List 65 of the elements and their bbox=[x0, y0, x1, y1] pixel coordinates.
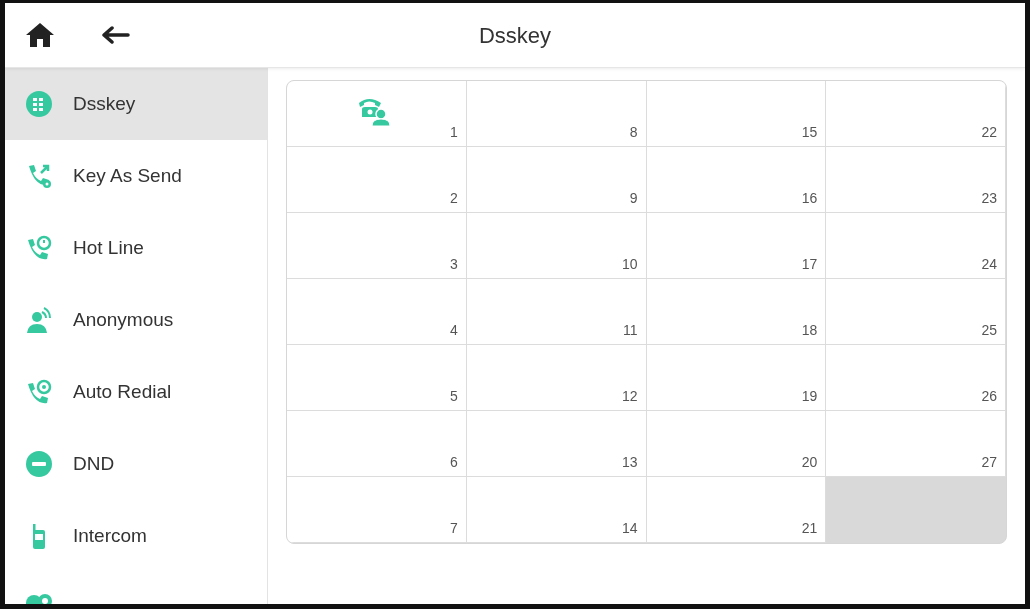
home-icon bbox=[25, 22, 55, 48]
dsskey-cell[interactable]: 11 bbox=[466, 279, 647, 345]
key-number: 12 bbox=[621, 387, 638, 406]
key-number: 16 bbox=[801, 189, 818, 208]
key-number: 25 bbox=[981, 321, 997, 340]
key-number: 17 bbox=[801, 255, 818, 274]
dsskey-cell[interactable]: 12 bbox=[466, 345, 647, 411]
back-arrow-icon bbox=[100, 26, 130, 44]
dsskey-cell[interactable]: 18 bbox=[646, 279, 827, 345]
key-number: 13 bbox=[621, 453, 638, 472]
dsskey-cell[interactable]: 21 bbox=[646, 477, 827, 543]
key-number: 22 bbox=[981, 123, 997, 142]
home-button[interactable] bbox=[25, 22, 55, 48]
dsskey-cell[interactable]: 8 bbox=[466, 81, 647, 147]
dsskey-cell[interactable]: 24 bbox=[826, 213, 1006, 279]
key-number: 7 bbox=[449, 519, 458, 538]
key-number: 18 bbox=[801, 321, 818, 340]
person-signal-icon bbox=[25, 306, 53, 334]
dsskey-cell[interactable]: 5 bbox=[287, 345, 467, 411]
dsskey-cell[interactable]: 22 bbox=[826, 81, 1006, 147]
key-number: 1 bbox=[449, 123, 458, 142]
key-number: 21 bbox=[801, 519, 818, 538]
dsskey-cell[interactable]: 27 bbox=[826, 411, 1006, 477]
key-number: 3 bbox=[449, 255, 458, 274]
dsskey-cell[interactable]: 20 bbox=[646, 411, 827, 477]
key-number: 11 bbox=[622, 321, 638, 340]
dsskey-cell[interactable]: 10 bbox=[466, 213, 647, 279]
dsskey-cell[interactable]: 26 bbox=[826, 345, 1006, 411]
dsskey-cell[interactable]: 25 bbox=[826, 279, 1006, 345]
grid-icon bbox=[25, 90, 53, 118]
phone-redial-icon bbox=[25, 378, 53, 406]
dsskey-cell[interactable]: 16 bbox=[646, 147, 827, 213]
dsskey-cell[interactable]: 7 bbox=[287, 477, 467, 543]
dsskey-cell[interactable]: 14 bbox=[466, 477, 647, 543]
key-number: 4 bbox=[449, 321, 458, 340]
key-number: 24 bbox=[981, 255, 997, 274]
dsskey-cell[interactable]: 1 bbox=[287, 81, 467, 147]
key-number: 26 bbox=[981, 387, 997, 406]
dsskey-cell[interactable]: 2 bbox=[287, 147, 467, 213]
key-number: 23 bbox=[981, 189, 997, 208]
dsskey-cell[interactable]: 17 bbox=[646, 213, 827, 279]
key-number: 6 bbox=[449, 453, 458, 472]
minus-circle-icon bbox=[25, 450, 53, 478]
dsskey-cell[interactable]: 9 bbox=[466, 147, 647, 213]
key-number: 8 bbox=[629, 123, 638, 142]
dsskey-cell[interactable]: 23 bbox=[826, 147, 1006, 213]
key-number: 10 bbox=[621, 255, 638, 274]
dsskey-cell[interactable]: 15 bbox=[646, 81, 827, 147]
dsskey-cell[interactable]: 13 bbox=[466, 411, 647, 477]
dsskey-cell[interactable]: 19 bbox=[646, 345, 827, 411]
back-button[interactable] bbox=[100, 26, 130, 44]
key-number: 2 bbox=[449, 189, 458, 208]
key-number: 15 bbox=[801, 123, 818, 142]
key-number: 9 bbox=[629, 189, 638, 208]
dsskey-cell[interactable]: 4 bbox=[287, 279, 467, 345]
key-number: 19 bbox=[801, 387, 818, 406]
phone-timer-icon bbox=[25, 234, 53, 262]
page-title: Dsskey bbox=[478, 21, 552, 50]
key-number: 20 bbox=[801, 453, 818, 472]
sidebar-item[interactable]: Dsskey bbox=[5, 68, 267, 140]
dsskey-cell[interactable]: 6 bbox=[287, 411, 467, 477]
key-number: 14 bbox=[621, 519, 638, 538]
dsskey-cell[interactable]: 3 bbox=[287, 213, 467, 279]
key-number: 5 bbox=[449, 387, 458, 406]
key-number: 27 bbox=[981, 453, 997, 472]
